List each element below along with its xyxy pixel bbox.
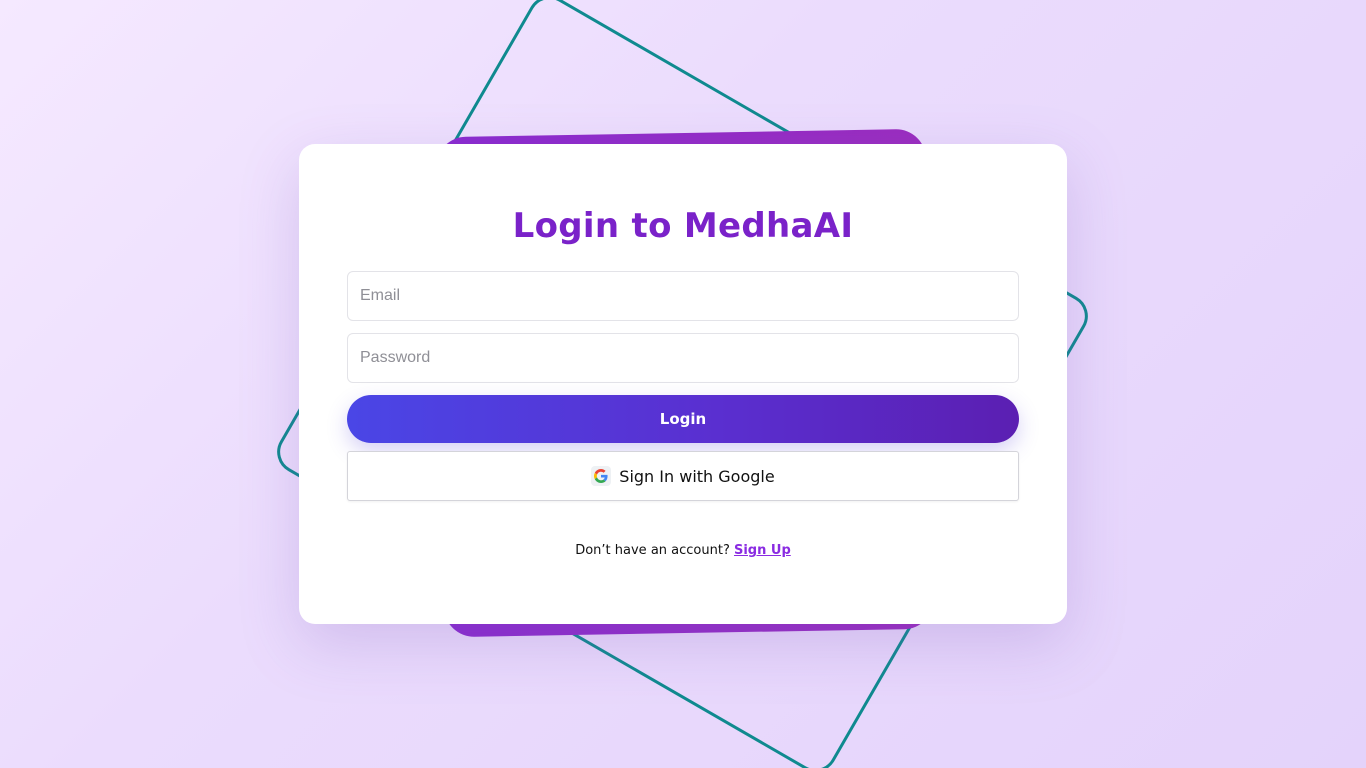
email-field[interactable] bbox=[347, 271, 1019, 321]
google-signin-label: Sign In with Google bbox=[619, 466, 775, 486]
signup-prompt: Don’t have an account? Sign Up bbox=[299, 543, 1067, 558]
page-title: Login to MedhaAI bbox=[512, 206, 854, 246]
google-g-icon bbox=[591, 466, 612, 486]
google-signin-button[interactable]: Sign In with Google bbox=[347, 451, 1019, 501]
signup-link[interactable]: Sign Up bbox=[734, 543, 791, 558]
password-field[interactable] bbox=[347, 333, 1019, 383]
login-card: Login to MedhaAI Login Sign In with Goog… bbox=[299, 144, 1067, 624]
login-button[interactable]: Login bbox=[347, 395, 1019, 443]
signup-prompt-text: Don’t have an account? bbox=[575, 543, 730, 558]
